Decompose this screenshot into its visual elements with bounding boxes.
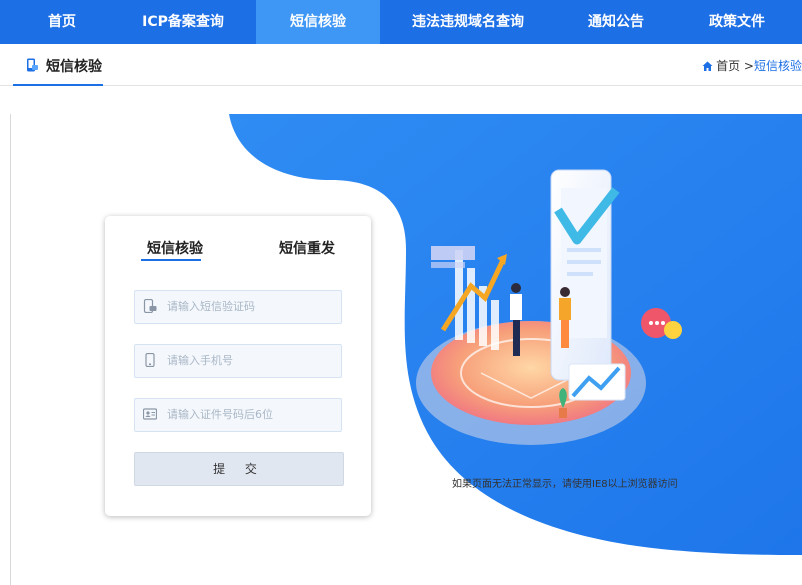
nav-item-sms-verify[interactable]: 短信核验 xyxy=(256,0,380,44)
nav-item-illegal-domain-query[interactable]: 违法违规域名查询 xyxy=(398,0,538,44)
sms-code-input[interactable] xyxy=(167,291,337,321)
id-card-icon xyxy=(143,408,157,420)
phone-input[interactable] xyxy=(167,345,337,375)
id-number-field[interactable] xyxy=(134,398,342,432)
page-title-tab: 短信核验 xyxy=(13,44,103,86)
main-content: 短信核验 短信重发 请输入短信验证码 请输入手机号 请输入证件号码后6位 提 交… xyxy=(10,114,802,585)
verification-form-card: 短信核验 短信重发 请输入短信验证码 请输入手机号 请输入证件号码后6位 提 交 xyxy=(105,216,371,516)
mobile-sms-icon xyxy=(143,299,157,313)
tab-sms-verify[interactable]: 短信核验 xyxy=(147,238,203,258)
breadcrumb: 首页 >短信核验 xyxy=(702,57,802,74)
submit-button[interactable]: 提 交 xyxy=(134,452,344,486)
phone-icon xyxy=(145,353,155,367)
nav-item-policy-docs[interactable]: 政策文件 xyxy=(692,0,782,44)
verification-illustration xyxy=(416,169,682,445)
sms-code-field[interactable] xyxy=(134,290,342,324)
nav-item-icp-query[interactable]: ICP备案查询 xyxy=(118,0,248,44)
id-number-input[interactable] xyxy=(167,399,337,429)
breadcrumb-separator: > xyxy=(743,59,754,73)
active-tab-indicator xyxy=(141,259,201,261)
tab-sms-resend[interactable]: 短信重发 xyxy=(279,238,335,258)
phone-field[interactable] xyxy=(134,344,342,378)
nav-item-notices[interactable]: 通知公告 xyxy=(566,0,666,44)
nav-item-home[interactable]: 首页 xyxy=(22,0,102,44)
page-title: 短信核验 xyxy=(46,59,102,75)
breadcrumb-bar: 短信核验 首页 >短信核验 xyxy=(0,44,802,86)
breadcrumb-current: 短信核验 xyxy=(753,59,802,73)
top-nav: 首页 ICP备案查询 短信核验 违法违规域名查询 通知公告 政策文件 xyxy=(0,0,802,44)
breadcrumb-home-link[interactable]: 首页 xyxy=(716,59,740,73)
browser-notice: 如果页面无法正常显示，请使用IE8以上浏览器访问 xyxy=(452,479,678,490)
home-icon xyxy=(702,61,713,71)
sms-phone-icon xyxy=(27,58,38,72)
